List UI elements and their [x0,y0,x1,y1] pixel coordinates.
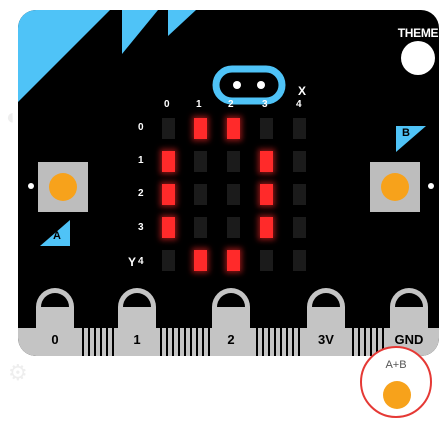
led-r1-c1 [194,151,207,172]
led-r3-c2 [227,217,240,238]
led-r2-c4 [293,184,306,205]
button-a-label: A [53,230,61,242]
edge-strip [292,328,294,356]
led-r1-c4 [293,151,306,172]
led-r1-c2 [227,151,240,172]
pin-3v[interactable]: 3V [305,288,347,352]
edge-strip [370,328,372,356]
theme-label: THEME [397,26,439,40]
x-axis-name: X [298,84,307,98]
edge-strip [112,328,114,356]
led-r3-c3 [260,217,273,238]
pin-2-label: 2 [227,332,235,347]
led-r3-c4 [293,217,306,238]
edge-strip [82,328,84,356]
led-r4-c4 [293,250,306,271]
background-decoration: ⚙ [8,360,28,385]
x-axis-tick: 4 [296,99,302,110]
edge-strip [178,328,180,356]
led-r2-c0 [162,184,175,205]
edge-strip [106,328,108,356]
x-axis-tick: 1 [196,99,202,110]
button-a-knob [49,173,77,201]
pin-gnd[interactable]: GND [388,288,430,352]
pin-1-label: 1 [133,332,141,347]
edge-strip [274,328,276,356]
button-b-knob [381,173,409,201]
led-r2-c1 [194,184,207,205]
corner-triangle-medium [122,10,158,54]
button-b[interactable] [370,162,420,212]
edge-strip [166,328,168,356]
edge-strip [94,328,96,356]
edge-strip [160,328,162,356]
led-r1-c3 [260,151,273,172]
edge-strip [88,328,90,356]
y-axis-tick: 4 [138,256,144,267]
theme-toggle-button[interactable] [401,41,435,75]
x-axis-tick: 3 [262,99,268,110]
led-r0-c1 [194,118,207,139]
edge-strip [352,328,354,356]
pin-2[interactable]: 2 [210,288,252,352]
led-r3-c0 [162,217,175,238]
edge-strip [256,328,258,356]
button-a-indicator-dot [28,183,34,189]
led-r4-c1 [194,250,207,271]
corner-triangle-small [168,10,196,36]
pin-0[interactable]: 0 [34,288,76,352]
led-r3-c1 [194,217,207,238]
pin-0-label: 0 [51,332,59,347]
led-r1-c0 [162,151,175,172]
button-ab-label: A+B [385,359,407,371]
button-b-triangle-icon [396,126,426,152]
led-r0-c4 [293,118,306,139]
pin-gnd-label: GND [394,332,424,347]
x-axis-tick: 2 [228,99,234,110]
button-b-label: B [402,127,410,139]
microbit-board: THEME X 0 1 2 3 4 0 1 2 3 Y 4 A B 0 1 2 … [18,10,439,356]
x-axis-tick: 0 [164,99,170,110]
led-r0-c3 [260,118,273,139]
corner-decoration [18,10,196,102]
button-ab[interactable] [383,381,411,409]
y-axis-name: Y [128,255,137,269]
microbit-logo-icon [212,65,286,105]
edge-strip [358,328,360,356]
pin-1[interactable]: 1 [116,288,158,352]
edge-strip [196,328,198,356]
edge-strip [184,328,186,356]
edge-strip [100,328,102,356]
y-axis-tick: 3 [138,222,144,233]
y-axis-tick: 2 [138,188,144,199]
button-a[interactable] [38,162,88,212]
y-axis-tick: 1 [138,155,144,166]
edge-strip [262,328,264,356]
led-r4-c2 [227,250,240,271]
simulator-stage: ◐ ⚙ THEME X 0 1 2 3 4 0 1 2 3 Y 4 A B 0 … [0,0,445,423]
edge-strip [286,328,288,356]
led-r4-c0 [162,250,175,271]
edge-strip [280,328,282,356]
pin-3v-label: 3V [318,332,334,347]
edge-strip [172,328,174,356]
edge-strip [202,328,204,356]
led-r2-c3 [260,184,273,205]
edge-strip [364,328,366,356]
corner-triangle-large [18,10,110,102]
led-r0-c0 [162,118,175,139]
edge-strip [298,328,300,356]
y-axis-tick: 0 [138,122,144,133]
led-r2-c2 [227,184,240,205]
led-r0-c2 [227,118,240,139]
edge-strip [190,328,192,356]
button-b-indicator-dot [428,183,434,189]
led-r4-c3 [260,250,273,271]
edge-strip [268,328,270,356]
